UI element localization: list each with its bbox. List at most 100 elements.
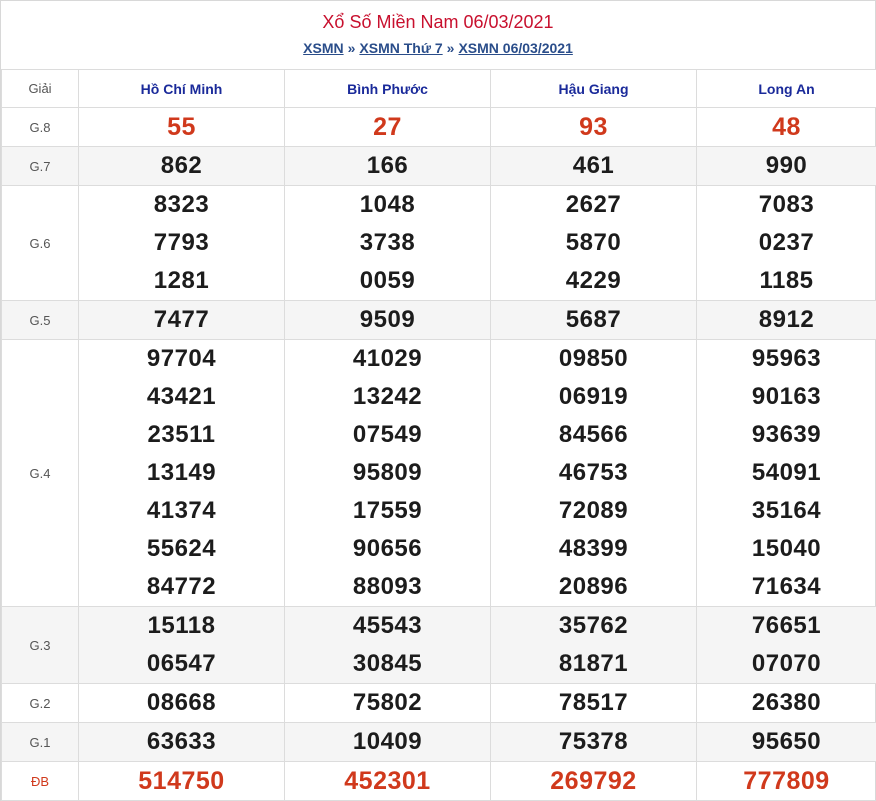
result-number: 8912 bbox=[758, 306, 815, 333]
result-number: 7793 bbox=[153, 229, 210, 256]
result-cell: 7477 bbox=[78, 300, 285, 340]
result-number: 13149 bbox=[146, 459, 217, 486]
breadcrumb-separator: » bbox=[347, 40, 356, 56]
result-number: 84772 bbox=[146, 573, 217, 600]
result-number: 10409 bbox=[352, 728, 423, 755]
result-number: 5687 bbox=[565, 306, 622, 333]
result-cell: 35762 81871 bbox=[490, 606, 697, 684]
result-number: 0237 bbox=[758, 229, 815, 256]
prize-label: G.6 bbox=[1, 185, 79, 301]
result-number: 75378 bbox=[558, 728, 629, 755]
table-row: G.8 55 27 93 48 bbox=[1, 107, 876, 147]
table-row: G.4 97704 43421 23511 13149 41374 55624 84772 41… bbox=[1, 339, 876, 607]
results-header: Xổ Số Miền Nam 06/03/2021 XSMN» XSMN Thứ … bbox=[1, 0, 875, 69]
result-number: 862 bbox=[160, 152, 203, 179]
prize-label: G.2 bbox=[1, 683, 79, 723]
result-cell: 75802 bbox=[284, 683, 491, 723]
result-cell: 55 bbox=[78, 107, 285, 147]
result-cell: 514750 bbox=[78, 761, 285, 801]
result-number: 63633 bbox=[146, 728, 217, 755]
result-number: 990 bbox=[765, 152, 808, 179]
result-number: 55 bbox=[167, 113, 196, 141]
table-row: G.3 15118 06547 45543 30845 35762 81871 76651 07… bbox=[1, 606, 876, 684]
result-number: 08668 bbox=[146, 689, 217, 716]
result-number: 7477 bbox=[153, 306, 210, 333]
result-cell: 63633 bbox=[78, 722, 285, 762]
result-number: 9509 bbox=[359, 306, 416, 333]
result-number: 07549 bbox=[352, 421, 423, 448]
result-cell: 76651 07070 bbox=[696, 606, 876, 684]
prize-label: G.8 bbox=[1, 107, 79, 147]
result-number: 41374 bbox=[146, 497, 217, 524]
results-panel: Xổ Số Miền Nam 06/03/2021 XSMN» XSMN Thứ … bbox=[0, 0, 876, 801]
table-row: G.7 862 166 461 990 bbox=[1, 146, 876, 186]
result-number: 35762 bbox=[558, 612, 629, 639]
result-number: 8323 bbox=[153, 191, 210, 218]
result-number: 41029 bbox=[352, 345, 423, 372]
result-number: 27 bbox=[373, 113, 402, 141]
result-number: 07070 bbox=[751, 650, 822, 677]
result-number: 23511 bbox=[147, 421, 216, 448]
result-cell: 95963 90163 93639 54091 35164 15040 71634 bbox=[696, 339, 876, 607]
result-cell: 166 bbox=[284, 146, 491, 186]
results-body: G.8 55 27 93 48 G.7 862 166 461 990 G.6 8323 7793 128… bbox=[1, 107, 876, 801]
result-number: 55624 bbox=[146, 535, 217, 562]
result-cell: 862 bbox=[78, 146, 285, 186]
result-number: 269792 bbox=[550, 767, 637, 795]
result-cell: 93 bbox=[490, 107, 697, 147]
results-table: Giải Hồ Chí Minh Bình Phước Hậu Giang Lo… bbox=[1, 69, 876, 801]
result-number: 90656 bbox=[352, 535, 423, 562]
result-number: 93 bbox=[579, 113, 608, 141]
prize-label: G.1 bbox=[1, 722, 79, 762]
result-number: 90163 bbox=[751, 383, 822, 410]
breadcrumb-link-xsmn[interactable]: XSMN bbox=[303, 40, 343, 56]
result-cell: 15118 06547 bbox=[78, 606, 285, 684]
result-number: 09850 bbox=[558, 345, 629, 372]
result-number: 0059 bbox=[359, 267, 416, 294]
result-number: 78517 bbox=[558, 689, 629, 716]
result-cell: 1048 3738 0059 bbox=[284, 185, 491, 301]
result-cell: 08668 bbox=[78, 683, 285, 723]
province-header-long-an: Long An bbox=[696, 69, 876, 108]
result-number: 17559 bbox=[352, 497, 423, 524]
result-number: 35164 bbox=[751, 497, 822, 524]
province-header-ho-chi-minh: Hồ Chí Minh bbox=[78, 69, 285, 108]
table-row: G.5 7477 9509 5687 8912 bbox=[1, 300, 876, 340]
result-number: 46753 bbox=[558, 459, 629, 486]
result-number: 95650 bbox=[751, 728, 822, 755]
result-number: 54091 bbox=[751, 459, 822, 486]
result-cell: 78517 bbox=[490, 683, 697, 723]
result-cell: 8323 7793 1281 bbox=[78, 185, 285, 301]
result-number: 97704 bbox=[146, 345, 217, 372]
result-cell: 75378 bbox=[490, 722, 697, 762]
prize-label: G.7 bbox=[1, 146, 79, 186]
province-header-binh-phuoc: Bình Phước bbox=[284, 69, 491, 108]
result-number: 88093 bbox=[352, 573, 423, 600]
result-cell: 2627 5870 4229 bbox=[490, 185, 697, 301]
result-number: 5870 bbox=[565, 229, 622, 256]
table-row: ĐB 514750 452301 269792 777809 bbox=[1, 761, 876, 801]
result-cell: 97704 43421 23511 13149 41374 55624 84772 bbox=[78, 339, 285, 607]
breadcrumb-link-xsmn-date[interactable]: XSMN 06/03/2021 bbox=[458, 40, 572, 56]
result-number: 95963 bbox=[751, 345, 822, 372]
result-number: 43421 bbox=[146, 383, 217, 410]
table-row: G.1 63633 10409 75378 95650 bbox=[1, 722, 876, 762]
table-row: G.6 8323 7793 1281 1048 3738 0059 2627 5870 4229 7… bbox=[1, 185, 876, 301]
table-header-row: Giải Hồ Chí Minh Bình Phước Hậu Giang Lo… bbox=[1, 69, 876, 108]
result-number: 72089 bbox=[558, 497, 629, 524]
result-number: 514750 bbox=[138, 767, 225, 795]
result-number: 461 bbox=[572, 152, 615, 179]
result-number: 76651 bbox=[751, 612, 822, 639]
result-number: 7083 bbox=[758, 191, 815, 218]
breadcrumb-link-xsmn-thu-7[interactable]: XSMN Thứ 7 bbox=[359, 40, 442, 56]
result-cell: 95650 bbox=[696, 722, 876, 762]
result-cell: 27 bbox=[284, 107, 491, 147]
result-cell: 269792 bbox=[490, 761, 697, 801]
result-number: 45543 bbox=[352, 612, 423, 639]
prize-column-header: Giải bbox=[1, 69, 79, 108]
result-number: 30845 bbox=[352, 650, 423, 677]
result-cell: 09850 06919 84566 46753 72089 48399 20896 bbox=[490, 339, 697, 607]
result-cell: 990 bbox=[696, 146, 876, 186]
result-number: 81871 bbox=[558, 650, 629, 677]
result-cell: 41029 13242 07549 95809 17559 90656 88093 bbox=[284, 339, 491, 607]
